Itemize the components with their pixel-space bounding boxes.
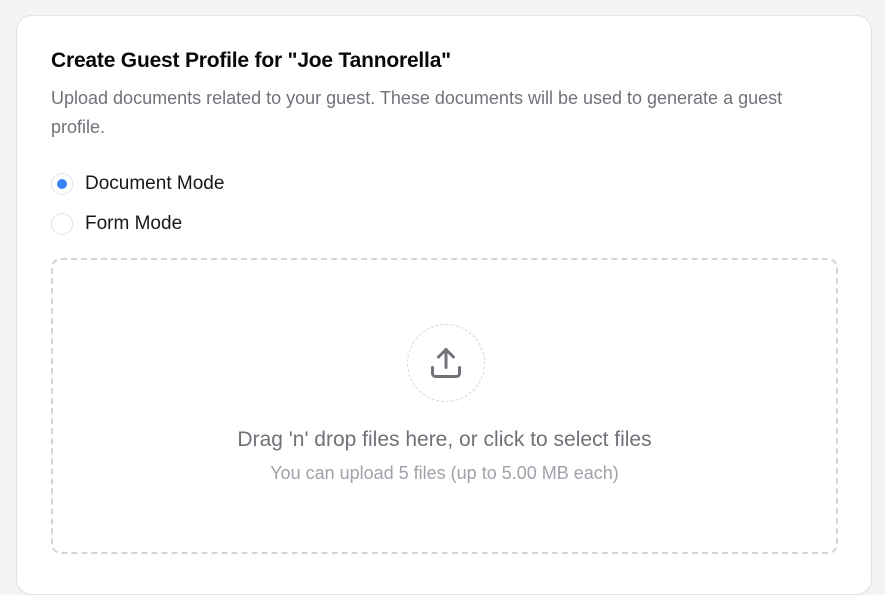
dropzone-secondary-text: You can upload 5 files (up to 5.00 MB ea… xyxy=(270,463,619,483)
form-mode-label[interactable]: Form Mode xyxy=(85,213,182,235)
file-dropzone[interactable]: Drag 'n' drop files here, or click to se… xyxy=(51,258,838,554)
form-mode-radio[interactable] xyxy=(51,213,73,235)
upload-icon-container xyxy=(407,324,485,402)
form-mode-option[interactable]: Form Mode xyxy=(51,211,224,237)
guest-profile-card: Create Guest Profile for "Joe Tannorella… xyxy=(16,15,872,595)
dropzone-primary-text: Drag 'n' drop files here, or click to se… xyxy=(237,428,652,451)
upload-icon xyxy=(431,348,461,378)
mode-radio-group: Document Mode Form Mode xyxy=(51,171,224,251)
page-title: Create Guest Profile for "Joe Tannorella… xyxy=(51,49,451,72)
document-mode-option[interactable]: Document Mode xyxy=(51,171,224,197)
radio-selected-dot xyxy=(57,179,67,189)
document-mode-label[interactable]: Document Mode xyxy=(85,173,224,195)
document-mode-radio[interactable] xyxy=(51,173,73,195)
page-description: Upload documents related to your guest. … xyxy=(51,88,783,137)
